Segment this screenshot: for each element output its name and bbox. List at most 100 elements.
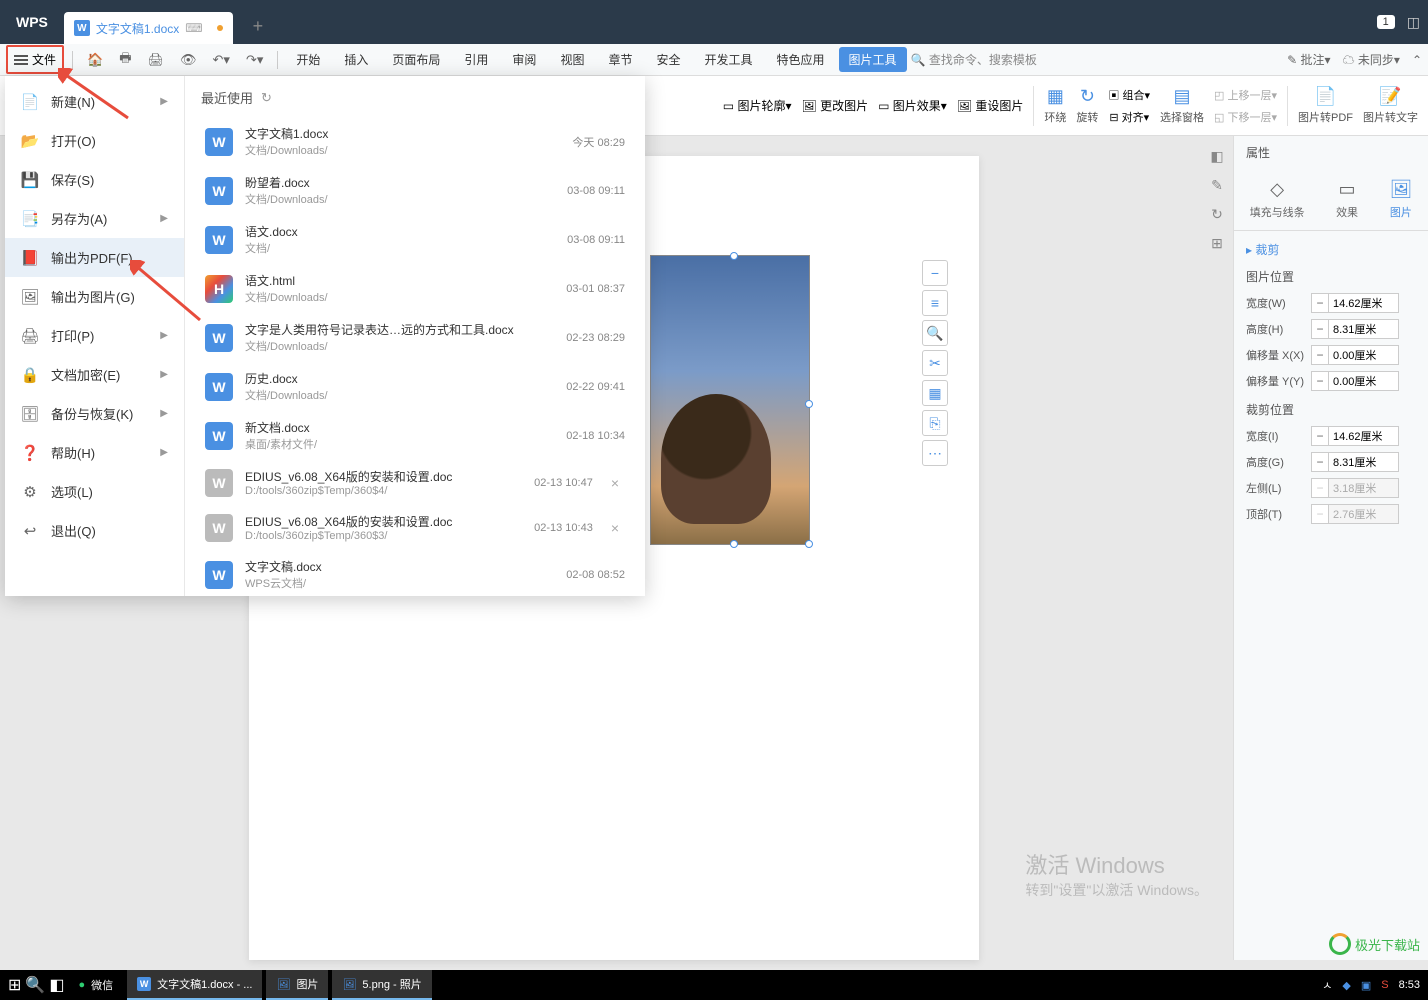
minus-button[interactable]: − bbox=[1311, 452, 1329, 472]
file-path: WPS云文档/ bbox=[245, 575, 554, 591]
redo-icon[interactable]: ↷▾ bbox=[240, 48, 269, 72]
recent-file-item[interactable]: W历史.docx文档/Downloads/02-22 09:41 bbox=[201, 362, 629, 411]
file-menu-item[interactable]: 🗄备份与恢复(K)▶ bbox=[5, 394, 184, 433]
tab-ref[interactable]: 引用 bbox=[454, 47, 498, 72]
ribbon-to-pdf[interactable]: 📄图片转PDF bbox=[1298, 86, 1353, 125]
file-menu-item[interactable]: 💾保存(S) bbox=[5, 160, 184, 199]
recent-file-item[interactable]: W文字是人类用符号记录表达…远的方式和工具.docx文档/Downloads/0… bbox=[201, 313, 629, 362]
minus-button[interactable]: − bbox=[1311, 371, 1329, 391]
tab-start[interactable]: 开始 bbox=[286, 47, 330, 72]
minus-button[interactable]: − bbox=[1311, 293, 1329, 313]
recent-file-item[interactable]: W新文档.docx桌面/素材文件/02-18 10:34 bbox=[201, 411, 629, 460]
file-menu-item[interactable]: 📂打开(O) bbox=[5, 121, 184, 160]
layout-icon[interactable]: ≡ bbox=[922, 290, 948, 316]
tab-effect[interactable]: ▭效果 bbox=[1336, 179, 1358, 220]
undo-icon[interactable]: ↶▾ bbox=[207, 48, 236, 72]
zoom-out-icon[interactable]: − bbox=[922, 260, 948, 286]
tab-dev[interactable]: 开发工具 bbox=[694, 47, 762, 72]
file-menu-item[interactable]: 📑另存为(A)▶ bbox=[5, 199, 184, 238]
task-photos[interactable]: 🖼5.png - 照片 bbox=[332, 970, 431, 1000]
selected-image[interactable] bbox=[650, 255, 810, 545]
minus-button[interactable]: − bbox=[1311, 426, 1329, 446]
ribbon-reset[interactable]: 🖼 重设图片 bbox=[957, 97, 1024, 114]
tab-section[interactable]: 章节 bbox=[598, 47, 642, 72]
side-tool-icon[interactable]: ↻ bbox=[1211, 206, 1223, 223]
comment-button[interactable]: ✎ 批注▾ bbox=[1287, 51, 1330, 68]
minus-button[interactable]: − bbox=[1311, 319, 1329, 339]
recent-file-item[interactable]: WEDIUS_v6.08_X64版的安装和设置.docD:/tools/360z… bbox=[201, 505, 629, 550]
task-wps[interactable]: W文字文稿1.docx - ... bbox=[127, 970, 262, 1000]
file-menu-item[interactable]: ⚙选项(L) bbox=[5, 472, 184, 511]
task-pictures[interactable]: 🖼图片 bbox=[266, 970, 328, 1000]
ribbon-group-combine[interactable]: ▣ 组合▾ bbox=[1108, 87, 1150, 103]
crop-icon[interactable]: ✂ bbox=[922, 350, 948, 376]
height-g-input[interactable]: 8.31厘米 bbox=[1329, 452, 1399, 472]
ribbon-rotate[interactable]: ↻旋转 bbox=[1076, 86, 1098, 125]
title-settings-icon[interactable]: ◫ bbox=[1407, 14, 1420, 31]
side-tool-icon[interactable]: ⊞ bbox=[1211, 235, 1223, 252]
title-badge[interactable]: 1 bbox=[1377, 15, 1395, 29]
ribbon-select-pane[interactable]: ▤选择窗格 bbox=[1160, 86, 1204, 125]
width-w-input[interactable]: 14.62厘米 bbox=[1329, 293, 1399, 313]
tab-fill-line[interactable]: ◇填充与线条 bbox=[1250, 179, 1305, 220]
height-h-input[interactable]: 8.31厘米 bbox=[1329, 319, 1399, 339]
preview-icon[interactable]: 👁 bbox=[174, 48, 203, 72]
recent-file-item[interactable]: W语文.docx文档/03-08 09:11 bbox=[201, 215, 629, 264]
print-icon[interactable]: 🖨 bbox=[141, 48, 170, 72]
file-menu-button[interactable]: 文件 bbox=[6, 45, 64, 74]
minus-button[interactable]: − bbox=[1311, 345, 1329, 365]
recent-file-item[interactable]: H语文.html文档/Downloads/03-01 08:37 bbox=[201, 264, 629, 313]
close-icon[interactable]: × bbox=[605, 475, 625, 491]
document-tab[interactable]: W 文字文稿1.docx ⌨ bbox=[64, 12, 233, 44]
ribbon-align[interactable]: ⊟ 对齐▾ bbox=[1109, 109, 1149, 125]
crop-section-title[interactable]: ▸ 裁剪 bbox=[1246, 241, 1416, 258]
file-menu-item[interactable]: 🔒文档加密(E)▶ bbox=[5, 355, 184, 394]
tray-icon[interactable]: ◆ bbox=[1342, 979, 1350, 992]
sync-button[interactable]: ☁ 未同步▾ bbox=[1343, 51, 1400, 68]
zoom-in-icon[interactable]: 🔍 bbox=[922, 320, 948, 346]
ribbon-outline[interactable]: ▭ 图片轮廓▾ bbox=[723, 97, 792, 114]
collapse-icon[interactable]: ⌃ bbox=[1412, 53, 1422, 67]
width-i-input[interactable]: 14.62厘米 bbox=[1329, 426, 1399, 446]
tray-icon[interactable]: ㅅ bbox=[1322, 977, 1332, 993]
recent-file-item[interactable]: W文字文稿.docxWPS云文档/02-08 08:52 bbox=[201, 550, 629, 596]
tray-icon[interactable]: S bbox=[1381, 979, 1388, 991]
recent-files-panel: 最近使用 ↻ W文字文稿1.docx文档/Downloads/今天 08:29W… bbox=[185, 76, 645, 596]
file-name: 文字是人类用符号记录表达…远的方式和工具.docx bbox=[245, 321, 554, 338]
taskview-icon[interactable]: ◧ bbox=[49, 975, 64, 995]
ribbon-change[interactable]: 🖼 更改图片 bbox=[802, 97, 869, 114]
tray-time[interactable]: 8:53 bbox=[1399, 979, 1420, 991]
tab-image[interactable]: 🖼图片 bbox=[1389, 179, 1412, 220]
refresh-icon[interactable]: ↻ bbox=[261, 90, 272, 106]
start-button[interactable]: ⊞ bbox=[8, 975, 21, 995]
side-tool-icon[interactable]: ◧ bbox=[1210, 148, 1223, 165]
offset-x-input[interactable]: 0.00厘米 bbox=[1329, 345, 1399, 365]
tray-icon[interactable]: ▣ bbox=[1361, 979, 1371, 992]
recent-file-item[interactable]: W盼望着.docx文档/Downloads/03-08 09:11 bbox=[201, 166, 629, 215]
close-icon[interactable]: × bbox=[605, 520, 625, 536]
tab-view[interactable]: 视图 bbox=[550, 47, 594, 72]
recent-file-item[interactable]: WEDIUS_v6.08_X64版的安装和设置.docD:/tools/360z… bbox=[201, 460, 629, 505]
ribbon-wrap[interactable]: ▦环绕 bbox=[1044, 86, 1066, 125]
ribbon-effect[interactable]: ▭ 图片效果▾ bbox=[878, 97, 947, 114]
tab-image-tools[interactable]: 图片工具 bbox=[839, 47, 907, 72]
side-toolbar: ◧ ✎ ↻ ⊞ bbox=[1202, 136, 1232, 252]
offset-y-input[interactable]: 0.00厘米 bbox=[1329, 371, 1399, 391]
tab-special[interactable]: 特色应用 bbox=[767, 47, 835, 72]
copy-icon[interactable]: ⎘ bbox=[922, 410, 948, 436]
task-wechat[interactable]: ●微信 bbox=[68, 970, 123, 1000]
file-menu-item[interactable]: ↩退出(Q) bbox=[5, 511, 184, 550]
tab-security[interactable]: 安全 bbox=[646, 47, 690, 72]
select-icon[interactable]: ▦ bbox=[922, 380, 948, 406]
tab-review[interactable]: 审阅 bbox=[502, 47, 546, 72]
search-input[interactable]: 🔍 查找命令、搜索模板 bbox=[911, 51, 1037, 68]
file-menu-item[interactable]: ❓帮助(H)▶ bbox=[5, 433, 184, 472]
tab-insert[interactable]: 插入 bbox=[334, 47, 378, 72]
ribbon-to-text[interactable]: 📝图片转文字 bbox=[1363, 86, 1418, 125]
tab-layout[interactable]: 页面布局 bbox=[382, 47, 450, 72]
new-tab-button[interactable]: + bbox=[253, 16, 264, 37]
more-icon[interactable]: ⋯ bbox=[922, 440, 948, 466]
recent-file-item[interactable]: W文字文稿1.docx文档/Downloads/今天 08:29 bbox=[201, 117, 629, 166]
side-tool-icon[interactable]: ✎ bbox=[1211, 177, 1223, 194]
search-icon[interactable]: 🔍 bbox=[25, 975, 45, 995]
